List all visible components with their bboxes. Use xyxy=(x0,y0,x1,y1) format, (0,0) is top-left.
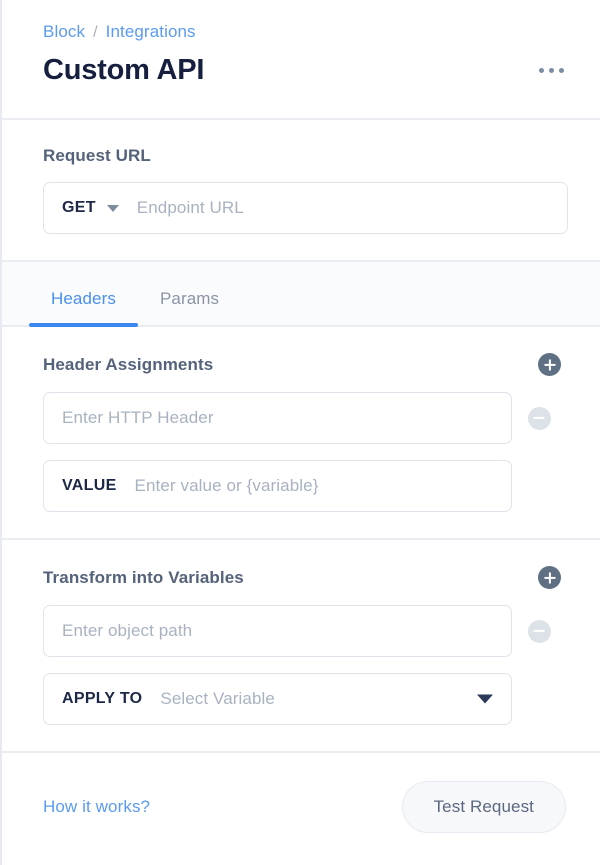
plus-circle-icon xyxy=(538,566,561,589)
breadcrumb-link-integrations[interactable]: Integrations xyxy=(106,22,196,42)
apply-to-select[interactable]: APPLY TO Select Variable xyxy=(43,673,513,725)
tab-headers[interactable]: Headers xyxy=(29,289,138,327)
chevron-down-icon[interactable] xyxy=(106,204,119,212)
kebab-menu-icon[interactable] xyxy=(537,62,566,79)
breadcrumb: Block / Integrations xyxy=(43,22,566,43)
minus-circle-icon xyxy=(527,406,551,430)
header-value-input[interactable]: Enter value or {variable} xyxy=(135,476,494,496)
apply-to-prefix-label: APPLY TO xyxy=(62,690,143,707)
header-name-field[interactable]: Enter HTTP Header xyxy=(43,392,513,444)
transform-variables-head: Transform into Variables xyxy=(43,566,566,589)
panel-header: Block / Integrations Custom API xyxy=(2,0,600,120)
kebab-dot xyxy=(559,68,564,73)
tab-bar: Headers Params xyxy=(2,262,600,327)
breadcrumb-link-block[interactable]: Block xyxy=(43,22,85,42)
header-value-row: VALUE Enter value or {variable} xyxy=(43,460,566,512)
page-title: Custom API xyxy=(43,54,205,86)
how-it-works-link[interactable]: How it works? xyxy=(43,797,150,817)
request-url-field[interactable]: GET Endpoint URL xyxy=(43,182,568,234)
object-path-field[interactable]: Enter object path xyxy=(43,605,513,657)
breadcrumb-separator: / xyxy=(93,24,98,41)
header-name-input[interactable]: Enter HTTP Header xyxy=(62,408,493,428)
apply-to-value[interactable]: Select Variable xyxy=(160,689,465,709)
kebab-dot xyxy=(539,68,544,73)
object-path-input[interactable]: Enter object path xyxy=(62,621,493,641)
header-value-field[interactable]: VALUE Enter value or {variable} xyxy=(43,460,513,512)
test-request-button[interactable]: Test Request xyxy=(401,781,566,833)
remove-transform-button[interactable] xyxy=(512,619,566,643)
request-url-label: Request URL xyxy=(43,146,151,165)
header-assignments-section: Header Assignments Enter HTTP Header VAL… xyxy=(2,327,600,540)
plus-circle-icon xyxy=(538,353,561,376)
custom-api-panel: Block / Integrations Custom API Request … xyxy=(0,0,600,865)
object-path-row: Enter object path xyxy=(43,605,566,657)
chevron-down-icon[interactable] xyxy=(477,694,494,704)
transform-rows: Enter object path APPLY TO Select Variab… xyxy=(43,605,566,725)
title-row: Custom API xyxy=(43,54,566,87)
value-prefix-label: VALUE xyxy=(62,477,117,494)
kebab-dot xyxy=(549,68,554,73)
add-transform-button[interactable] xyxy=(538,566,561,589)
http-method-value[interactable]: GET xyxy=(62,199,96,217)
panel-footer: How it works? Test Request xyxy=(2,753,600,833)
apply-to-row: APPLY TO Select Variable xyxy=(43,673,566,725)
request-url-section: Request URL GET Endpoint URL xyxy=(2,120,600,262)
tab-params[interactable]: Params xyxy=(138,289,241,325)
transform-variables-label: Transform into Variables xyxy=(43,567,244,587)
header-assignment-rows: Enter HTTP Header VALUE Enter value or {… xyxy=(43,392,566,512)
header-name-row: Enter HTTP Header xyxy=(43,392,566,444)
remove-header-button[interactable] xyxy=(512,406,566,430)
endpoint-url-input[interactable]: Endpoint URL xyxy=(137,198,549,218)
transform-variables-section: Transform into Variables Enter object pa… xyxy=(2,540,600,753)
minus-circle-icon xyxy=(527,619,551,643)
add-header-button[interactable] xyxy=(538,353,561,376)
header-assignments-head: Header Assignments xyxy=(43,353,566,376)
header-assignments-label: Header Assignments xyxy=(43,354,214,374)
